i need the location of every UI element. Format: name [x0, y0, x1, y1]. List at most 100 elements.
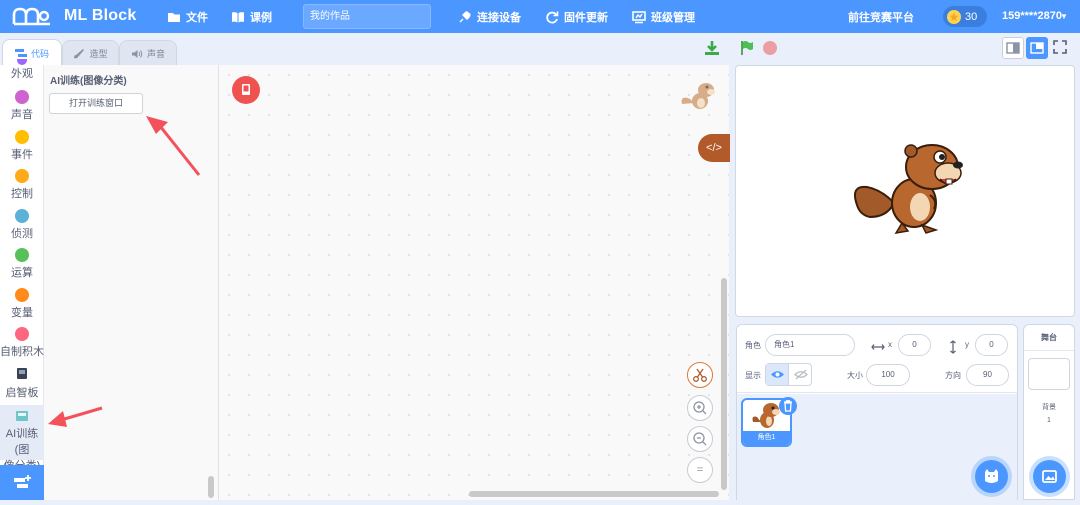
- category-operators[interactable]: 运算: [0, 248, 44, 280]
- looks-dot-icon: [17, 59, 27, 65]
- script-workspace[interactable]: [219, 65, 729, 500]
- project-name-input[interactable]: 我的作品: [303, 4, 431, 29]
- connect-device-button[interactable]: 连接设备: [458, 9, 521, 25]
- x-arrows-icon: [871, 344, 885, 350]
- tab-code-label: 代码: [30, 48, 49, 59]
- show-button[interactable]: [766, 364, 789, 385]
- class-management-button[interactable]: 班级管理: [632, 9, 695, 25]
- tab-sound[interactable]: 声音: [119, 40, 177, 66]
- category-events-label: 事件: [11, 149, 33, 161]
- workspace-vertical-scrollbar[interactable]: [721, 278, 727, 490]
- class-icon: [632, 11, 646, 24]
- zoom-in-button[interactable]: [687, 395, 713, 421]
- small-stage-icon: [1006, 42, 1020, 54]
- direction-input[interactable]: 90: [966, 364, 1009, 386]
- green-flag-icon[interactable]: [739, 40, 755, 56]
- tab-costume[interactable]: 造型: [62, 40, 119, 66]
- delete-sprite-button[interactable]: [779, 397, 797, 415]
- user-account[interactable]: 159****2870: [1002, 10, 1062, 22]
- my-blocks-dot-icon: [15, 327, 29, 341]
- zoom-out-button[interactable]: [687, 426, 713, 452]
- visibility-toggle: [765, 363, 812, 386]
- fullscreen-button[interactable]: [1050, 37, 1072, 59]
- star-count: 30: [965, 10, 978, 23]
- block-flyout: AI训练(图像分类) 打开训练窗口: [44, 65, 219, 500]
- y-arrows-icon: [950, 340, 956, 354]
- category-ai-training[interactable]: AI训练(图 像分类): [0, 405, 44, 472]
- show-label: 显示: [745, 371, 761, 380]
- current-sprite-thumbnail: [681, 83, 715, 109]
- events-dot-icon: [15, 130, 29, 144]
- x-position-input[interactable]: 0: [898, 334, 931, 356]
- category-board[interactable]: 启智板: [0, 367, 44, 400]
- zoom-reset-button[interactable]: =: [687, 457, 713, 483]
- top-bar: ML Block 文件 课例 我的作品 连接设备 固件更新 班级管理 前往竞赛平…: [0, 0, 1080, 33]
- folder-icon: [168, 13, 180, 22]
- fullscreen-icon: [1053, 40, 1067, 54]
- category-my-blocks[interactable]: 自制积木: [0, 327, 44, 359]
- category-operators-label: 运算: [11, 267, 33, 279]
- backdrop-count: 1: [1047, 417, 1051, 424]
- brand-name: ML Block: [64, 7, 137, 24]
- category-sound[interactable]: 声音: [0, 90, 44, 122]
- category-looks[interactable]: 外观: [0, 59, 44, 81]
- zoom-out-icon: [693, 432, 707, 446]
- category-control[interactable]: 控制: [0, 169, 44, 201]
- small-stage-button[interactable]: [1002, 37, 1024, 59]
- scissors-icon: [693, 368, 707, 382]
- book-icon: [232, 12, 244, 23]
- firmware-update-button[interactable]: 固件更新: [545, 9, 608, 25]
- device-indicator[interactable]: [232, 76, 260, 104]
- tab-costume-label: 造型: [89, 49, 108, 59]
- plug-icon: [459, 11, 471, 23]
- category-control-label: 控制: [11, 188, 33, 200]
- sprite-item-name: 角色1: [743, 431, 790, 445]
- board-icon: [17, 368, 27, 379]
- code-view-toggle[interactable]: </>: [698, 134, 730, 162]
- star-icon: [947, 9, 961, 24]
- category-sound-label: 声音: [11, 109, 33, 121]
- download-icon[interactable]: [704, 40, 720, 56]
- direction-label: 方向: [945, 371, 961, 380]
- sensing-dot-icon: [15, 209, 29, 223]
- eye-icon: [771, 371, 784, 378]
- star-points[interactable]: 30: [943, 6, 987, 27]
- competition-platform-link[interactable]: 前往竞赛平台: [848, 9, 914, 25]
- size-input[interactable]: 100: [866, 364, 910, 386]
- variables-dot-icon: [15, 288, 29, 302]
- add-extension-button[interactable]: [0, 465, 44, 500]
- sprite-name-input[interactable]: 角色1: [765, 334, 855, 356]
- category-my-blocks-label: 自制积木: [0, 346, 44, 358]
- category-events[interactable]: 事件: [0, 130, 44, 162]
- file-menu[interactable]: 文件: [167, 9, 208, 25]
- backdrop-label: 背景: [1042, 404, 1056, 411]
- category-variables[interactable]: 变量: [0, 288, 44, 320]
- large-stage-button[interactable]: [1026, 37, 1048, 59]
- open-training-window-button[interactable]: 打开训练窗口: [49, 93, 143, 114]
- workspace-horizontal-scrollbar[interactable]: [469, 491, 719, 497]
- chevron-down-icon[interactable]: ▼: [1060, 12, 1068, 21]
- beaver-sprite[interactable]: [852, 135, 967, 235]
- stop-icon[interactable]: [762, 40, 778, 56]
- trash-icon: [784, 400, 792, 412]
- add-sprite-button[interactable]: [975, 460, 1008, 493]
- large-stage-icon: [1030, 42, 1044, 54]
- flyout-scrollbar[interactable]: [208, 476, 214, 498]
- category-sensing-label: 侦测: [11, 228, 33, 240]
- stage-panel-title: 舞台: [1024, 325, 1074, 351]
- category-looks-label: 外观: [11, 68, 33, 80]
- hide-button[interactable]: [790, 364, 812, 385]
- clean-up-button[interactable]: [687, 362, 713, 388]
- refresh-icon: [546, 11, 559, 24]
- x-label: x: [888, 340, 892, 349]
- category-sensing[interactable]: 侦测: [0, 209, 44, 241]
- lessons-menu[interactable]: 课例: [231, 9, 272, 25]
- block-categories: 外观 声音 事件 控制 侦测 运算 变量 自制积木 启智板 AI训练(图: [0, 59, 44, 472]
- add-backdrop-button[interactable]: [1033, 460, 1066, 493]
- y-position-input[interactable]: 0: [975, 334, 1008, 356]
- stage-thumbnail[interactable]: [1028, 358, 1070, 390]
- speaker-icon: [131, 49, 143, 58]
- mlblock-logo[interactable]: [12, 6, 52, 26]
- brush-icon: [74, 48, 85, 58]
- lessons-menu-label: 课例: [250, 12, 272, 24]
